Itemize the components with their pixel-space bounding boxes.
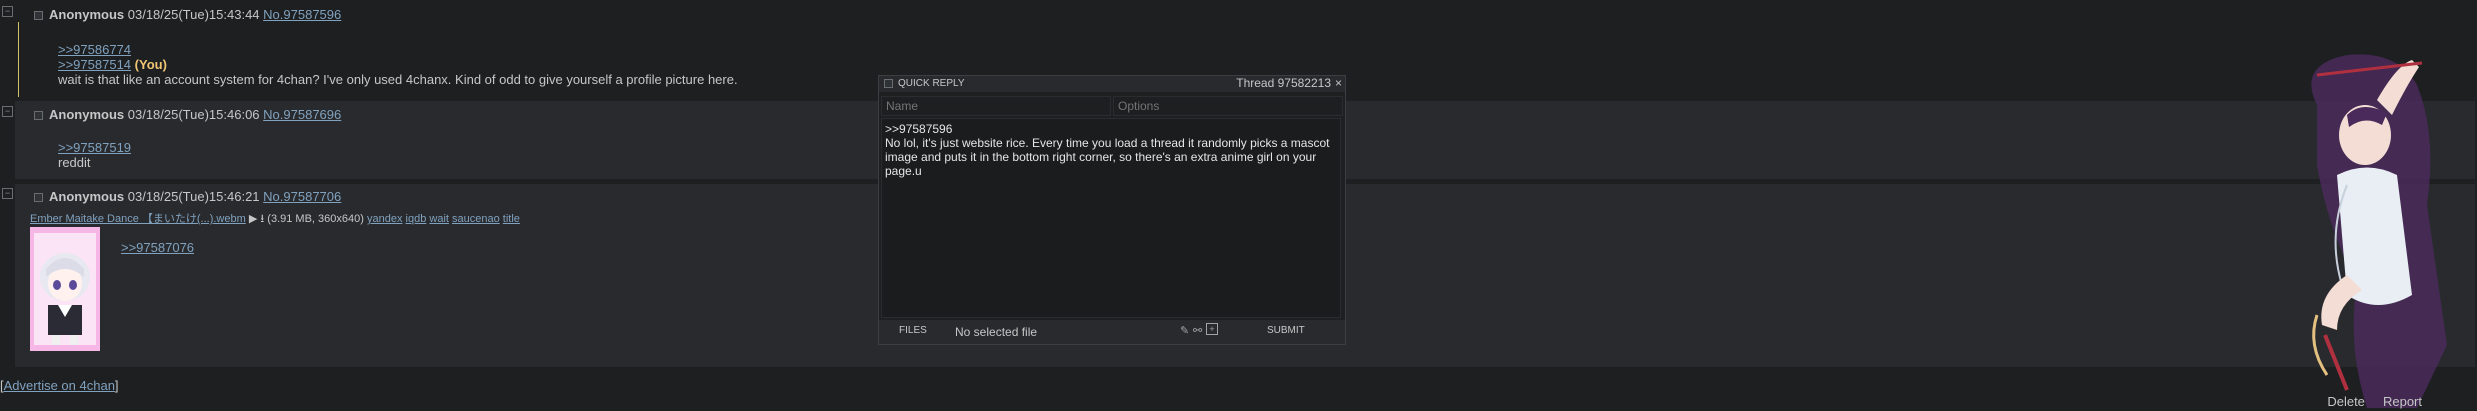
file-thumbnail[interactable] xyxy=(30,227,100,351)
options-field[interactable] xyxy=(1113,96,1343,116)
quote-link[interactable]: >>97587514 xyxy=(58,57,131,72)
quote-link[interactable]: >>97587076 xyxy=(121,240,194,255)
search-link-yandex[interactable]: yandex xyxy=(367,213,402,225)
search-link-iqdb[interactable]: iqdb xyxy=(406,213,427,225)
submit-button[interactable]: SUBMIT xyxy=(1267,325,1305,336)
reply-indicator-line xyxy=(18,22,19,97)
post-body: >>97587519 reddit xyxy=(58,140,131,170)
post-header: Anonymous 03/18/25(Tue)15:46:21 No.97587… xyxy=(34,189,341,204)
you-tag: (You) xyxy=(134,57,167,72)
search-link-wait[interactable]: wait xyxy=(429,213,449,225)
quick-reply-thread: Thread 97582213 xyxy=(1236,76,1331,90)
collapse-post-button[interactable]: − xyxy=(2,188,13,199)
file-name-link[interactable]: Ember Maitake Dance 【まいたけ(...).webm xyxy=(30,213,246,225)
collapse-post-button[interactable]: − xyxy=(2,6,13,17)
close-icon[interactable]: × xyxy=(1335,76,1342,90)
poster-name: Anonymous xyxy=(49,7,125,22)
quick-reply-bottom-bar: FILES No selected file ✎ ⚯ + SUBMIT xyxy=(879,320,1345,344)
file-info: Ember Maitake Dance 【まいたけ(...).webm ▶ ⭳ … xyxy=(30,210,520,229)
collapse-post-button[interactable]: − xyxy=(2,106,13,117)
link-icon[interactable]: ⚯ xyxy=(1193,324,1202,337)
quick-reply-title-bar[interactable]: QUICK REPLY Thread 97582213 × xyxy=(879,76,1345,92)
mascot-image xyxy=(2197,45,2477,408)
post-datetime: 03/18/25(Tue)15:46:06 xyxy=(127,107,260,122)
post-actions: Delete Report xyxy=(2327,394,2422,409)
advertise-link-wrapper: [Advertise on 4chan] xyxy=(0,378,119,393)
file-meta: (3.91 MB, 360x640) xyxy=(267,213,364,225)
search-link-title[interactable]: title xyxy=(503,213,520,225)
play-icon[interactable]: ▶ xyxy=(249,213,257,225)
add-icon[interactable]: + xyxy=(1206,323,1218,335)
quick-reply-dialog: QUICK REPLY Thread 97582213 × >>97587596… xyxy=(878,75,1346,345)
files-button[interactable]: FILES xyxy=(899,325,927,336)
name-field[interactable] xyxy=(881,96,1111,116)
edit-icon[interactable]: ✎ xyxy=(1180,324,1189,337)
post-header: Anonymous 03/18/25(Tue)15:43:44 No.97587… xyxy=(34,7,341,22)
advertise-link[interactable]: Advertise on 4chan xyxy=(4,378,115,393)
post-select-checkbox[interactable] xyxy=(34,193,43,203)
post-datetime: 03/18/25(Tue)15:43:44 xyxy=(127,7,260,22)
post-select-checkbox[interactable] xyxy=(34,111,43,121)
download-icon[interactable]: ⭳ xyxy=(260,213,264,225)
post-number-link[interactable]: No.97587596 xyxy=(263,7,341,22)
poster-name: Anonymous xyxy=(49,189,125,204)
post-datetime: 03/18/25(Tue)15:46:21 xyxy=(127,189,260,204)
post-text: wait is that like an account system for … xyxy=(58,72,738,87)
post-select-checkbox[interactable] xyxy=(34,11,43,21)
quote-link[interactable]: >>97587519 xyxy=(58,140,131,155)
quick-reply-title: QUICK REPLY xyxy=(898,78,965,89)
poster-name: Anonymous xyxy=(49,107,125,122)
post-number-link[interactable]: No.97587696 xyxy=(263,107,341,122)
post-body: >>97587076 xyxy=(121,240,194,255)
quote-line: >>97587514 (You) xyxy=(58,57,738,72)
quote-link[interactable]: >>97586774 xyxy=(58,42,738,57)
comment-field[interactable]: >>97587596 No lol, it's just website ric… xyxy=(881,118,1341,318)
search-link-saucenao[interactable]: saucenao xyxy=(452,213,500,225)
post-header: Anonymous 03/18/25(Tue)15:46:06 No.97587… xyxy=(34,107,341,122)
post-body: >>97586774 >>97587514 (You) wait is that… xyxy=(58,42,738,87)
delete-link[interactable]: Delete xyxy=(2327,394,2365,409)
post-number-link[interactable]: No.97587706 xyxy=(263,189,341,204)
report-link[interactable]: Report xyxy=(2383,394,2422,409)
post-text: reddit xyxy=(58,155,91,170)
file-status: No selected file xyxy=(955,325,1038,339)
quick-reply-toggle-checkbox[interactable] xyxy=(884,79,893,88)
